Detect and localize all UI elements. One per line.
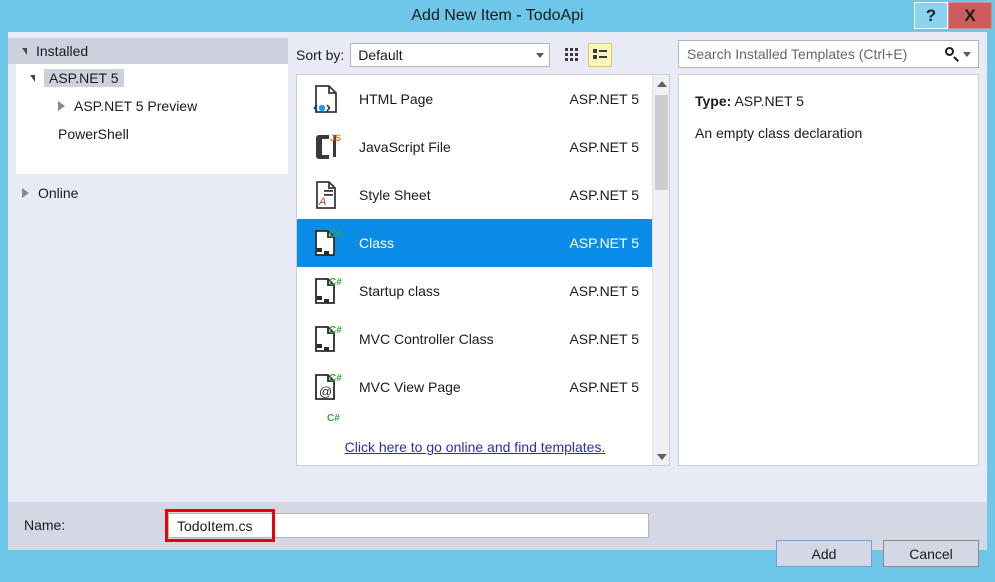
- list-item-tag: ASP.NET 5: [569, 235, 639, 251]
- search-box[interactable]: [678, 40, 979, 68]
- dialog-title: Add New Item - TodoApi: [411, 7, 584, 24]
- dialog-footer: Add Cancel: [8, 532, 987, 582]
- list-item[interactable]: C# Startup class ASP.NET 5: [297, 267, 653, 315]
- list-item-tag: ASP.NET 5: [569, 283, 639, 299]
- templates-list[interactable]: HTML Page ASP.NET 5 JS JavaScript File A…: [296, 74, 670, 466]
- chevron-down-icon: [22, 47, 27, 55]
- chevron-down-icon: [656, 453, 667, 460]
- detail-type-label: Type:: [695, 93, 732, 109]
- tree-group-installed[interactable]: Installed: [8, 38, 288, 64]
- list-icon: [593, 49, 608, 59]
- scroll-down-button[interactable]: [653, 448, 669, 465]
- tree-group-online-label: Online: [38, 185, 79, 201]
- name-label: Name:: [24, 517, 66, 533]
- cancel-button[interactable]: Cancel: [883, 540, 979, 567]
- list-item[interactable]: HTML Page ASP.NET 5: [297, 75, 653, 123]
- html-page-icon: [309, 82, 343, 116]
- templates-rows: HTML Page ASP.NET 5 JS JavaScript File A…: [297, 75, 653, 427]
- list-item-tag: ASP.NET 5: [569, 331, 639, 347]
- sidebar-item-powershell[interactable]: PowerShell: [16, 120, 288, 148]
- list-item-selected[interactable]: C# Class ASP.NET 5: [297, 219, 653, 267]
- detail-type-row: Type: ASP.NET 5: [695, 93, 962, 109]
- svg-text:A: A: [318, 196, 326, 208]
- list-item-name: MVC Controller Class: [359, 331, 494, 347]
- mvc-view-page-icon: @ C#: [309, 370, 343, 404]
- chevron-up-icon: [656, 80, 667, 87]
- online-templates-link-row: Click here to go online and find templat…: [297, 439, 653, 457]
- csharp-class-icon: C#: [309, 322, 343, 356]
- tree-group-installed-label: Installed: [36, 43, 89, 59]
- view-mode-buttons: [560, 43, 613, 67]
- templates-list-panel: Sort by: Default HTML Page ASP.NET 5 JS …: [288, 32, 678, 502]
- help-button[interactable]: ?: [914, 2, 948, 29]
- list-item[interactable]: A Style Sheet ASP.NET 5: [297, 171, 653, 219]
- list-item-tag: ASP.NET 5: [569, 379, 639, 395]
- sidebar-item-aspnet5-label: ASP.NET 5: [44, 69, 124, 87]
- csharp-class-icon: C#: [309, 274, 343, 308]
- svg-text:C#: C#: [329, 277, 342, 288]
- details-panel: Type: ASP.NET 5 An empty class declarati…: [678, 32, 987, 502]
- sidebar-item-aspnet5[interactable]: ASP.NET 5: [16, 64, 288, 92]
- style-sheet-icon: A: [309, 178, 343, 212]
- sort-by-select[interactable]: Default: [350, 43, 551, 67]
- list-item-name: Class: [359, 235, 395, 251]
- template-details: Type: ASP.NET 5 An empty class declarati…: [678, 74, 979, 466]
- online-templates-link[interactable]: Click here to go online and find templat…: [345, 439, 606, 455]
- list-item-name: JavaScript File: [359, 139, 451, 155]
- list-item[interactable]: C# MVC Controller Class ASP.NET 5: [297, 315, 653, 363]
- detail-description: An empty class declaration: [695, 125, 863, 141]
- add-button[interactable]: Add: [776, 540, 872, 567]
- list-item[interactable]: JS JavaScript File ASP.NET 5: [297, 123, 653, 171]
- scrollbar-thumb[interactable]: [655, 95, 668, 190]
- dialog-body: Installed ASP.NET 5 ASP.NET 5 Preview Po…: [8, 32, 987, 567]
- list-view-button[interactable]: [588, 43, 613, 67]
- sidebar-item-aspnet5-preview[interactable]: ASP.NET 5 Preview: [16, 92, 288, 120]
- list-item-tag: ASP.NET 5: [569, 139, 639, 155]
- list-item-name: HTML Page: [359, 91, 434, 107]
- grid-view-button[interactable]: [560, 43, 584, 67]
- search-icon-group: [945, 46, 978, 62]
- chevron-right-icon: [22, 188, 29, 198]
- list-item-name: Startup class: [359, 283, 440, 299]
- list-item-name: Style Sheet: [359, 187, 431, 203]
- search-icon[interactable]: [945, 46, 960, 62]
- chevron-down-icon: [536, 52, 545, 58]
- list-item-tag: ASP.NET 5: [569, 91, 639, 107]
- title-bar-buttons: ? X: [914, 2, 992, 29]
- partial-template-icon: C#: [309, 411, 343, 427]
- chevron-down-icon: [30, 74, 35, 82]
- grid-icon: [565, 48, 579, 61]
- list-item-tag: ASP.NET 5: [569, 187, 639, 203]
- svg-text:C#: C#: [329, 229, 342, 240]
- templates-tree-panel: Installed ASP.NET 5 ASP.NET 5 Preview Po…: [8, 32, 288, 502]
- sort-by-label: Sort by:: [296, 47, 345, 63]
- tree-list: ASP.NET 5 ASP.NET 5 Preview PowerShell: [16, 64, 288, 174]
- svg-text:@: @: [319, 384, 332, 399]
- chevron-down-icon[interactable]: [963, 51, 971, 57]
- add-new-item-dialog: Add New Item - TodoApi ? X Installed ASP…: [0, 0, 995, 567]
- list-item-name: MVC View Page: [359, 379, 461, 395]
- sort-by-value: Default: [358, 47, 403, 63]
- list-scrollbar[interactable]: [652, 75, 669, 465]
- svg-text:C#: C#: [329, 373, 342, 384]
- close-button[interactable]: X: [948, 2, 992, 29]
- list-item[interactable]: @ C# MVC View Page ASP.NET 5: [297, 363, 653, 411]
- javascript-file-icon: JS: [309, 130, 343, 164]
- tree-group-online[interactable]: Online: [8, 180, 288, 206]
- sidebar-item-aspnet5-preview-label: ASP.NET 5 Preview: [74, 98, 198, 114]
- sidebar-item-powershell-label: PowerShell: [58, 126, 129, 142]
- scroll-up-button[interactable]: [653, 75, 669, 92]
- svg-text:JS: JS: [330, 133, 341, 143]
- csharp-class-icon: C#: [309, 226, 343, 260]
- svg-text:C#: C#: [329, 325, 342, 336]
- search-input[interactable]: [679, 45, 945, 63]
- title-bar: Add New Item - TodoApi ? X: [0, 0, 995, 32]
- detail-type-value: ASP.NET 5: [734, 93, 804, 109]
- list-toolbar: Sort by: Default: [296, 40, 670, 70]
- chevron-right-icon: [58, 101, 65, 111]
- svg-text:C#: C#: [327, 413, 340, 424]
- list-item-partial[interactable]: C#: [297, 411, 653, 427]
